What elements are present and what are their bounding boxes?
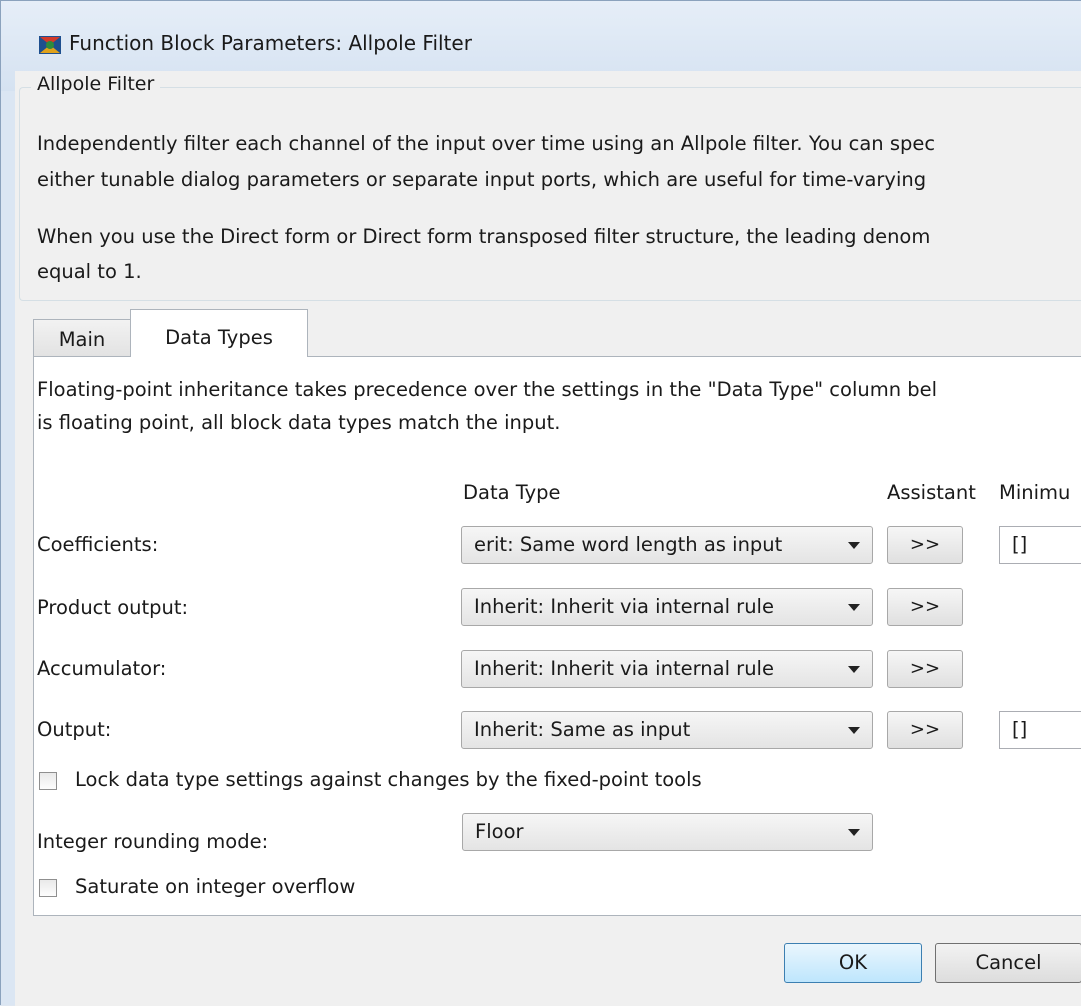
select-value: erit: Same word length as input	[474, 533, 783, 556]
description-line: either tunable dialog parameters or sepa…	[37, 168, 927, 191]
rounding-mode-label: Integer rounding mode:	[37, 830, 269, 853]
cancel-button[interactable]: Cancel	[935, 943, 1081, 983]
panel-intro-line: is floating point, all block data types …	[37, 411, 561, 434]
accumulator-assistant-button[interactable]: >>	[887, 650, 963, 688]
row-label-output: Output:	[37, 718, 112, 741]
chevron-down-icon	[848, 542, 860, 549]
simulink-block-icon	[39, 36, 61, 54]
output-minimum-field[interactable]: []	[999, 711, 1081, 749]
coefficients-assistant-button[interactable]: >>	[887, 526, 963, 564]
chevron-down-icon	[848, 666, 860, 673]
description-line: Independently filter each channel of the…	[37, 132, 936, 155]
header-minimum: Minimu	[999, 481, 1071, 504]
select-value: Inherit: Inherit via internal rule	[474, 595, 774, 618]
tab-main[interactable]: Main	[33, 319, 131, 357]
ok-button[interactable]: OK	[784, 943, 922, 983]
row-label-product-output: Product output:	[37, 596, 189, 619]
chevron-down-icon	[848, 727, 860, 734]
header-data-type: Data Type	[463, 481, 561, 504]
product-output-assistant-button[interactable]: >>	[887, 588, 963, 626]
row-label-accumulator: Accumulator:	[37, 657, 167, 680]
select-value: Inherit: Same as input	[474, 718, 691, 741]
row-label-coefficients: Coefficients:	[37, 533, 159, 556]
chevron-down-icon	[848, 604, 860, 611]
dialog-window: Function Block Parameters: Allpole Filte…	[0, 0, 1081, 1006]
coefficients-minimum-field[interactable]: []	[999, 526, 1081, 564]
saturate-overflow-checkbox[interactable]	[39, 879, 57, 897]
output-data-type-select[interactable]: Inherit: Same as input	[461, 711, 873, 749]
select-value: Floor	[475, 820, 524, 843]
rounding-mode-select[interactable]: Floor	[462, 813, 873, 851]
accumulator-data-type-select[interactable]: Inherit: Inherit via internal rule	[461, 650, 873, 688]
description-line: equal to 1.	[37, 260, 142, 283]
coefficients-data-type-select[interactable]: erit: Same word length as input	[461, 526, 873, 564]
panel-intro-line: Floating-point inheritance takes precede…	[37, 378, 938, 401]
select-value: Inherit: Inherit via internal rule	[474, 657, 774, 680]
chevron-down-icon	[848, 829, 860, 836]
saturate-overflow-label[interactable]: Saturate on integer overflow	[75, 875, 355, 898]
header-assistant: Assistant	[887, 481, 976, 504]
window-title: Function Block Parameters: Allpole Filte…	[69, 31, 472, 55]
product-output-data-type-select[interactable]: Inherit: Inherit via internal rule	[461, 588, 873, 626]
lock-data-type-label[interactable]: Lock data type settings against changes …	[75, 768, 702, 791]
tab-data-types[interactable]: Data Types	[130, 309, 308, 357]
group-legend: Allpole Filter	[31, 73, 161, 95]
lock-data-type-checkbox[interactable]	[39, 772, 57, 790]
description-group	[19, 87, 1081, 301]
description-line: When you use the Direct form or Direct f…	[37, 225, 931, 248]
output-assistant-button[interactable]: >>	[887, 711, 963, 749]
